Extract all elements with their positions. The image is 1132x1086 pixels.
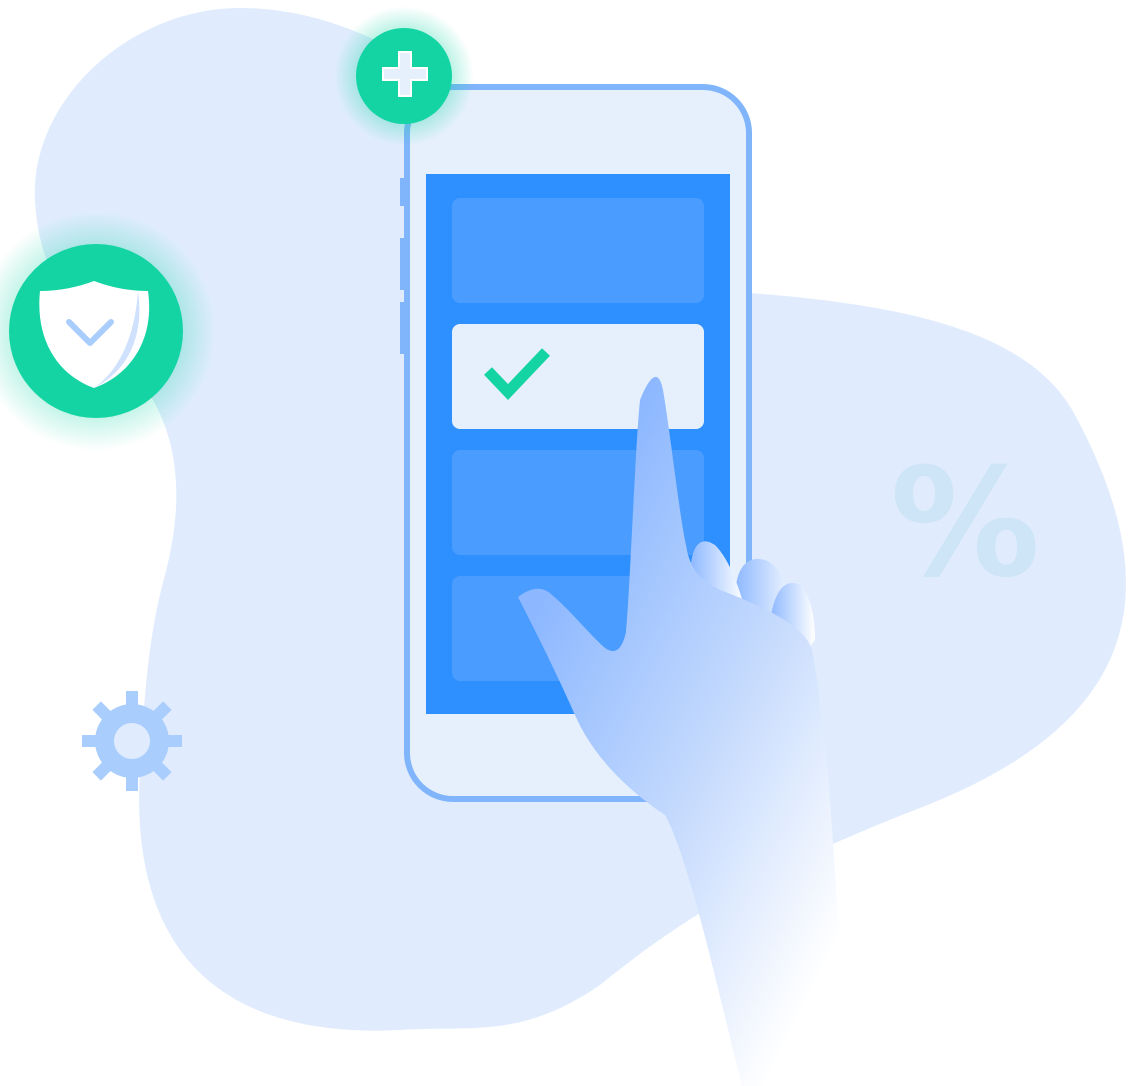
- percent-symbol: %: [890, 437, 1040, 611]
- plus-icon: [334, 6, 474, 146]
- gear-icon: [82, 691, 182, 791]
- illustration: %: [0, 6, 1126, 1086]
- card-1[interactable]: [452, 198, 704, 303]
